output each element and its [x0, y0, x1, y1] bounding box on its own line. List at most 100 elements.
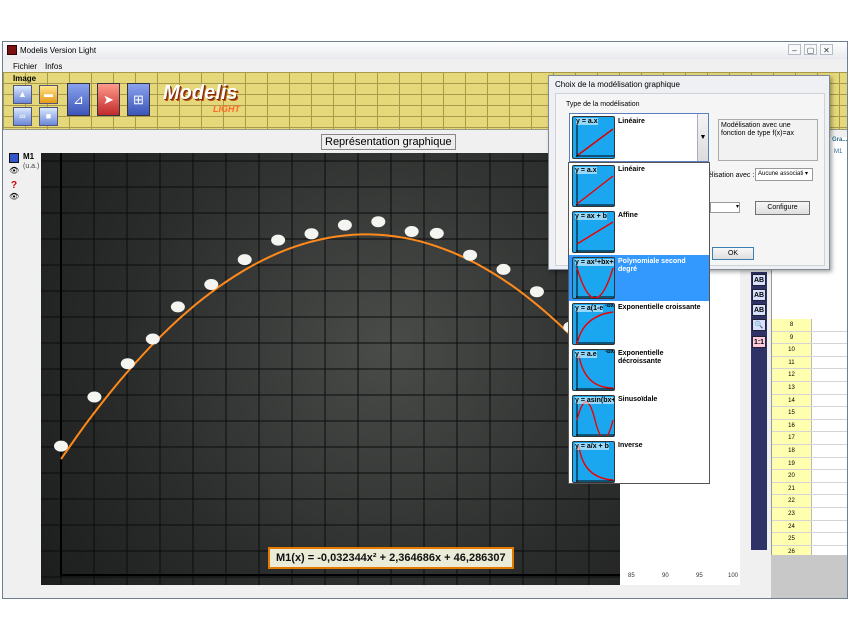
- model-option[interactable]: y = a.e -bx Exponentielle décroissante: [569, 347, 709, 393]
- model-option[interactable]: y = ax + b Affine: [569, 209, 709, 255]
- sheet-column-m1: M1: [834, 149, 843, 155]
- toolbar-group-label: Image: [13, 74, 37, 83]
- sheet-row-number: 23: [772, 508, 812, 520]
- axes-icon[interactable]: ⊿: [67, 83, 90, 116]
- sheet-row[interactable]: 10: [772, 344, 847, 357]
- model-option[interactable]: y = a(1-e -bx Exponentielle croissante: [569, 301, 709, 347]
- configure-button[interactable]: Configure: [755, 201, 810, 215]
- menu-fichier[interactable]: Fichier: [13, 62, 37, 71]
- model-type-label: Type de la modélisation: [566, 101, 640, 108]
- model-option[interactable]: y = asin(bx+c) Sinusoïdale: [569, 393, 709, 439]
- sheet-row[interactable]: 22: [772, 495, 847, 508]
- eye-icon[interactable]: 👁: [9, 166, 19, 176]
- sheet-row-number: 8: [772, 319, 812, 331]
- sheet-row[interactable]: 19: [772, 457, 847, 471]
- data-point: [237, 254, 252, 266]
- data-point: [204, 279, 219, 290]
- association-select[interactable]: Aucune associati ▾: [755, 168, 813, 181]
- navigation-icon[interactable]: ➤: [97, 83, 120, 116]
- data-point: [496, 263, 511, 275]
- save-icon[interactable]: ■: [39, 107, 58, 126]
- sheet-row-number: 19: [772, 457, 812, 470]
- sheet-row[interactable]: 8: [772, 319, 847, 332]
- maximize-button[interactable]: ▢: [804, 44, 817, 55]
- ok-button[interactable]: OK: [712, 247, 754, 260]
- graph-title: Représentation graphique: [321, 134, 456, 150]
- model-option-label: Exponentielle croissante: [618, 304, 701, 311]
- window-title: Modelis Version Light: [20, 46, 97, 55]
- model-option-formula: y = a.e: [575, 351, 597, 358]
- sheet-row[interactable]: 25: [772, 533, 847, 546]
- sheet-row-number: 9: [772, 331, 812, 344]
- graph-tool-column: AB AB AB 🔍 1:1: [751, 272, 767, 550]
- model-option-formula: y = asin(bx+c): [575, 397, 614, 404]
- model-description: Modélisation avec une fonction de type f…: [718, 119, 818, 161]
- graph-plot-area[interactable]: M1(x) = -0,032344x² + 2,364686x + 46,286…: [41, 153, 620, 585]
- sheet-row[interactable]: 18: [772, 445, 847, 458]
- sheet-row-number: 13: [772, 382, 812, 394]
- model-option[interactable]: y = a.x Linéaire: [569, 163, 709, 209]
- model-option-icon: y = asin(bx+c): [572, 395, 615, 437]
- series-color-icon[interactable]: [9, 153, 19, 163]
- x-tick: 85: [628, 573, 635, 579]
- sheet-row[interactable]: 17: [772, 432, 847, 445]
- sheet-row[interactable]: 11: [772, 356, 847, 370]
- close-button[interactable]: ✕: [820, 44, 833, 55]
- model-option-formula: y = a(1-e: [575, 305, 604, 312]
- sheet-row[interactable]: 21: [772, 482, 847, 496]
- sheet-row-number: 25: [772, 533, 812, 545]
- data-point: [404, 226, 419, 237]
- sheet-row-number: 12: [772, 369, 812, 381]
- settings-grid-icon[interactable]: ⊞: [127, 83, 150, 116]
- modelisation-with-label: élisation avec :: [708, 172, 755, 179]
- data-point: [371, 216, 386, 228]
- label-tool-button-3[interactable]: AB: [752, 304, 766, 316]
- x-axis-ticks: 85 90 95 100: [620, 568, 740, 584]
- model-option-exponent: -bx: [605, 349, 614, 355]
- model-option-label: Affine: [618, 212, 638, 219]
- eye-icon-2[interactable]: 👁: [9, 192, 19, 202]
- app-logo: Modelis: [163, 82, 238, 104]
- sheet-row[interactable]: 12: [772, 369, 847, 382]
- sheet-row-number: 21: [772, 482, 812, 495]
- model-option-icon: y = a.e -bx: [572, 349, 615, 391]
- sheet-row[interactable]: 24: [772, 520, 847, 534]
- sheet-row-number: 24: [772, 520, 812, 533]
- sheet-row[interactable]: 15: [772, 407, 847, 420]
- sheet-empty-area: [771, 555, 847, 598]
- sheet-row[interactable]: 9: [772, 331, 847, 345]
- linear-model-icon: y = a.x: [572, 116, 615, 159]
- help-icon[interactable]: ?: [11, 180, 21, 191]
- label-tool-button-2[interactable]: AB: [752, 289, 766, 301]
- sheet-row[interactable]: 16: [772, 419, 847, 433]
- zoom-reset-button[interactable]: 1:1: [752, 336, 766, 348]
- open-folder-icon[interactable]: ▬: [39, 85, 58, 104]
- sheet-row[interactable]: 20: [772, 470, 847, 483]
- minimize-button[interactable]: –: [788, 44, 801, 55]
- zoom-icon[interactable]: 🔍: [752, 319, 766, 331]
- sheet-row[interactable]: 14: [772, 394, 847, 408]
- model-type-dropdown-list: y = a.x Linéaire y = ax + b Affine y = ax²+b…: [568, 162, 710, 484]
- sheet-row[interactable]: 23: [772, 508, 847, 521]
- web-icon[interactable]: ∞: [13, 107, 32, 126]
- model-option-label: Linéaire: [618, 166, 645, 173]
- model-option[interactable]: y = ax²+bx+c Polynomiale second degré: [569, 255, 709, 301]
- model-option-label: Polynomiale second degré: [618, 258, 686, 273]
- menu-infos[interactable]: Infos: [45, 62, 62, 71]
- data-point: [463, 249, 478, 261]
- data-point: [271, 234, 286, 246]
- menu-bar: Fichier Infos: [3, 60, 847, 72]
- model-option-formula: y = ax + b: [575, 213, 607, 220]
- image-icon[interactable]: ▲: [13, 85, 32, 104]
- dialog-title: Choix de la modélisation graphique: [555, 80, 680, 89]
- chevron-down-icon[interactable]: ▼: [697, 114, 708, 161]
- app-icon: [7, 45, 17, 55]
- model-option[interactable]: y = a/x + b Inverse: [569, 439, 709, 485]
- model-type-select[interactable]: y = a.x Linéaire ▼: [569, 113, 709, 162]
- model-option-formula: y = a/x + b: [575, 443, 609, 450]
- sheet-row[interactable]: 13: [772, 382, 847, 395]
- label-tool-button[interactable]: AB: [752, 274, 766, 286]
- model-option-formula: y = a.x: [575, 167, 597, 174]
- secondary-select[interactable]: ▾: [710, 202, 740, 213]
- title-bar[interactable]: Modelis Version Light – ▢ ✕: [3, 42, 847, 59]
